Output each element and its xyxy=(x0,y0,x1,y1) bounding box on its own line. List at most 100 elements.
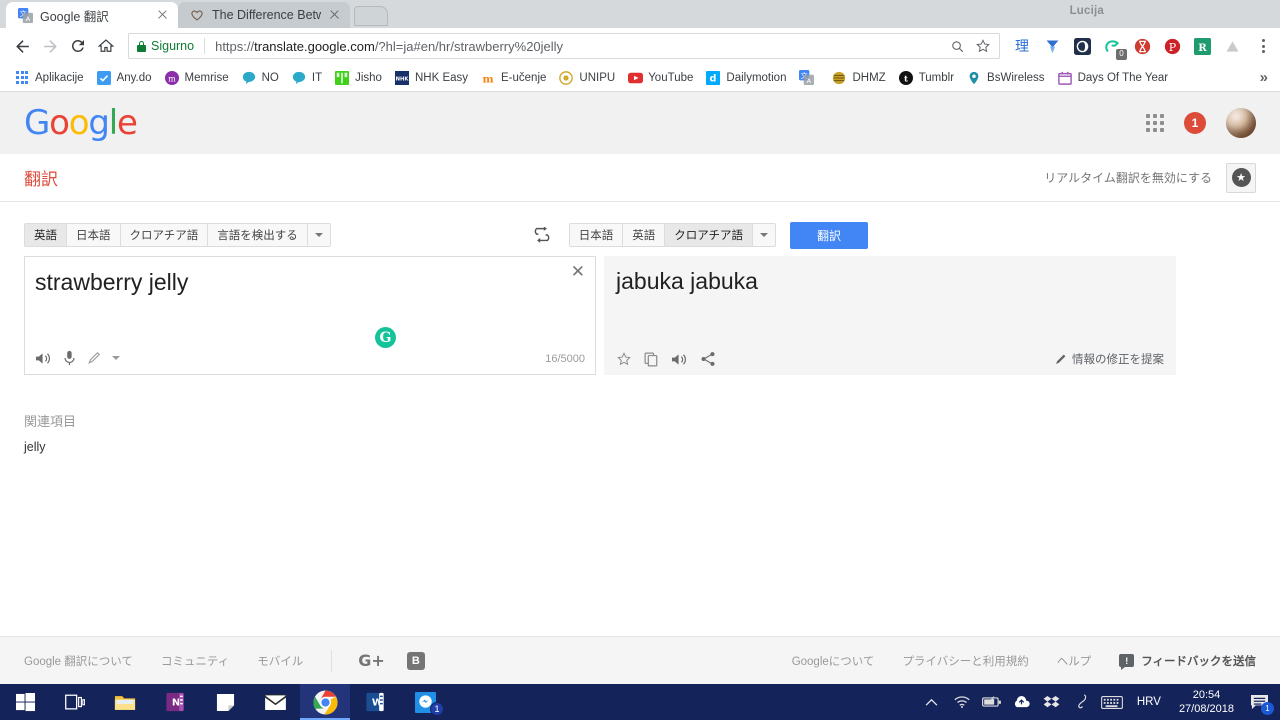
source-text[interactable]: strawberry jelly xyxy=(35,269,188,296)
onedrive-cloud-icon[interactable] xyxy=(1007,684,1037,720)
footer-about-translate[interactable]: Google 翻訳について xyxy=(24,653,133,669)
bookmark-unipu[interactable]: UNIPU xyxy=(552,67,621,89)
star-icon[interactable] xyxy=(616,351,632,367)
footer-community[interactable]: コミュニティ xyxy=(161,653,229,669)
start-button[interactable] xyxy=(0,684,50,720)
clock[interactable]: 20:54 27/08/2018 xyxy=(1171,688,1242,716)
youtube-icon xyxy=(627,70,643,86)
readability-extension-icon[interactable]: R xyxy=(1192,36,1212,56)
source-lang-croatian[interactable]: クロアチア語 xyxy=(119,223,209,247)
user-avatar[interactable] xyxy=(1226,108,1256,138)
bookmark-tumblr[interactable]: t Tumblr xyxy=(892,67,960,89)
bookmark-dailymotion[interactable]: d Dailymotion xyxy=(699,67,792,89)
battery-icon[interactable] xyxy=(977,684,1007,720)
dark-reader-extension-icon[interactable] xyxy=(1072,36,1092,56)
input-method-dropdown-icon[interactable] xyxy=(112,356,120,360)
chrome-menu-icon[interactable] xyxy=(1254,39,1272,53)
star-toggle-button[interactable]: ★ xyxy=(1226,162,1256,193)
footer-about-google[interactable]: Googleについて xyxy=(792,653,875,669)
wifi-icon[interactable] xyxy=(947,684,977,720)
bookmark-no[interactable]: NO xyxy=(235,67,285,89)
bookmark-star-icon[interactable] xyxy=(975,38,991,54)
bookmark-youtube[interactable]: YouTube xyxy=(621,67,699,89)
tab-close-button[interactable] xyxy=(156,8,170,22)
bookmark-bswireless[interactable]: BsWireless xyxy=(960,67,1051,89)
google-plus-icon[interactable]: G+ xyxy=(358,651,385,670)
file-explorer-button[interactable] xyxy=(100,684,150,720)
word-button[interactable]: W xyxy=(350,684,400,720)
bookmark-memrise[interactable]: m Memrise xyxy=(158,67,235,89)
google-apps-icon[interactable] xyxy=(1146,114,1164,132)
suggest-edit-button[interactable]: 情報の修正を提案 xyxy=(1054,351,1164,367)
back-button[interactable] xyxy=(8,32,36,60)
pinterest-extension-icon[interactable]: P xyxy=(1162,36,1182,56)
address-bar[interactable]: Sigurno https://translate.google.com/?hl… xyxy=(128,33,1000,59)
source-text-pane[interactable]: strawberry jelly ✕ G 16/5000 xyxy=(24,256,596,375)
google-logo[interactable]: Google xyxy=(24,103,138,143)
translate-button[interactable]: 翻訳 xyxy=(790,221,869,249)
footer-privacy-terms[interactable]: プライバシーと利用規約 xyxy=(902,653,1028,669)
speaker-icon[interactable] xyxy=(35,351,52,366)
speaker-icon[interactable] xyxy=(671,352,688,367)
rikaikun-extension-icon[interactable]: 理 xyxy=(1012,36,1032,56)
security-indicator[interactable]: Sigurno xyxy=(137,39,194,53)
drive-extension-icon[interactable] xyxy=(1222,36,1242,56)
realtime-translation-label[interactable]: リアルタイム翻訳を無効にする xyxy=(1044,169,1212,186)
chevron-up-icon[interactable] xyxy=(917,684,947,720)
search-icon[interactable] xyxy=(950,39,965,54)
grammarly-extension-icon[interactable]: 0 xyxy=(1102,36,1127,60)
dropbox-icon[interactable] xyxy=(1037,684,1067,720)
related-item[interactable]: jelly xyxy=(24,440,1256,454)
notification-badge[interactable]: 1 xyxy=(1184,112,1206,134)
bookmarks-overflow-button[interactable]: » xyxy=(1260,69,1272,86)
bookmark-aplikacije[interactable]: Aplikacije xyxy=(8,67,90,89)
swap-languages-button[interactable] xyxy=(525,227,559,243)
new-tab-button[interactable] xyxy=(354,6,388,26)
blogger-icon[interactable]: B xyxy=(406,651,425,670)
bookmark-dhmz[interactable]: DHMZ xyxy=(825,67,891,89)
task-view-button[interactable] xyxy=(50,684,100,720)
send-feedback-button[interactable]: ! フィードバックを送信 xyxy=(1119,653,1256,670)
messenger-button[interactable]: 1 xyxy=(400,684,450,720)
source-lang-japanese[interactable]: 日本語 xyxy=(66,223,121,247)
grammarly-badge-icon[interactable]: G xyxy=(375,327,396,348)
bookmark-days-of-the-year[interactable]: Days Of The Year xyxy=(1051,67,1175,89)
tab-close-button[interactable] xyxy=(328,8,342,22)
bookmark-anydo[interactable]: Any.do xyxy=(90,67,158,89)
bookmark-jisho[interactable]: Jisho xyxy=(328,67,388,89)
source-lang-detect[interactable]: 言語を検出する xyxy=(207,223,308,247)
target-lang-english[interactable]: 英語 xyxy=(622,223,666,247)
mail-button[interactable] xyxy=(250,684,300,720)
handwrite-pencil-icon[interactable] xyxy=(87,351,101,365)
sticky-notes-button[interactable] xyxy=(200,684,250,720)
action-center-button[interactable]: 1 xyxy=(1242,684,1276,720)
tab-google-translate[interactable]: 文 A Google 翻訳 xyxy=(6,2,178,28)
tab-the-difference-between[interactable]: The Difference Between J xyxy=(178,2,350,28)
copy-icon[interactable] xyxy=(644,352,659,367)
ublock-extension-icon[interactable] xyxy=(1132,36,1152,56)
target-lang-dropdown[interactable] xyxy=(752,223,777,247)
target-lang-croatian[interactable]: クロアチア語 xyxy=(664,223,754,247)
home-button[interactable] xyxy=(92,32,120,60)
clear-source-button[interactable]: ✕ xyxy=(571,263,585,280)
share-icon[interactable] xyxy=(700,351,716,367)
onenote-button[interactable]: N xyxy=(150,684,200,720)
source-lang-dropdown[interactable] xyxy=(306,223,331,247)
bookmark-nhk-easy[interactable]: NHK NHK Easy xyxy=(388,67,474,89)
google-chrome-button[interactable] xyxy=(300,684,350,720)
yomichan-extension-icon[interactable] xyxy=(1042,36,1062,56)
reload-button[interactable] xyxy=(64,32,92,60)
pen-icon[interactable] xyxy=(1067,684,1097,720)
keyboard-language-indicator[interactable]: HRV xyxy=(1127,696,1171,708)
keyboard-icon[interactable] xyxy=(1097,684,1127,720)
footer-help[interactable]: ヘルプ xyxy=(1057,653,1092,669)
bookmark-it[interactable]: IT xyxy=(285,67,328,89)
target-lang-japanese[interactable]: 日本語 xyxy=(568,223,624,247)
source-lang-english[interactable]: 英語 xyxy=(24,223,67,247)
forward-button[interactable] xyxy=(36,32,64,60)
bookmark-google-translate[interactable]: 文 A xyxy=(792,67,825,89)
profile-name-label[interactable]: Lucija xyxy=(1070,5,1104,17)
bookmark-e-ucenje[interactable]: m E-učenje xyxy=(474,67,552,89)
footer-mobile[interactable]: モバイル xyxy=(257,653,303,669)
microphone-icon[interactable] xyxy=(63,350,76,366)
